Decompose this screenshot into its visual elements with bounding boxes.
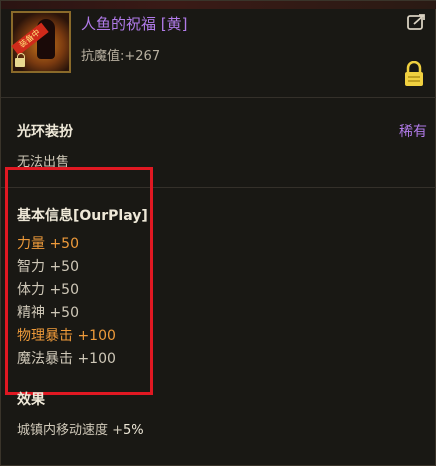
highlight-box [5, 167, 153, 395]
item-icon: 装备中 [11, 11, 71, 73]
item-lock-icon [15, 53, 25, 67]
item-tooltip: 装备中 人鱼的祝福 [黄] 抗魔值:+267 光环装扮 稀有 无法出售 基本信息… [0, 0, 436, 466]
anti-magic-value: 抗魔值:+267 [81, 49, 161, 64]
lock-icon[interactable] [403, 61, 425, 87]
move-speed-value: 5% [123, 423, 144, 438]
avatar-section-title: 光环装扮 [17, 124, 73, 140]
divider [1, 97, 436, 98]
rarity-label: 稀有 [399, 124, 427, 140]
move-speed-effect: 城镇内移动速度 +5% [17, 419, 144, 438]
item-name: 人鱼的祝福 [黄] [81, 15, 188, 33]
share-icon[interactable] [407, 13, 427, 31]
background-strip [1, 1, 436, 9]
move-speed-label: 城镇内移动速度 + [17, 423, 124, 438]
effects-title: 效果 [17, 392, 45, 408]
